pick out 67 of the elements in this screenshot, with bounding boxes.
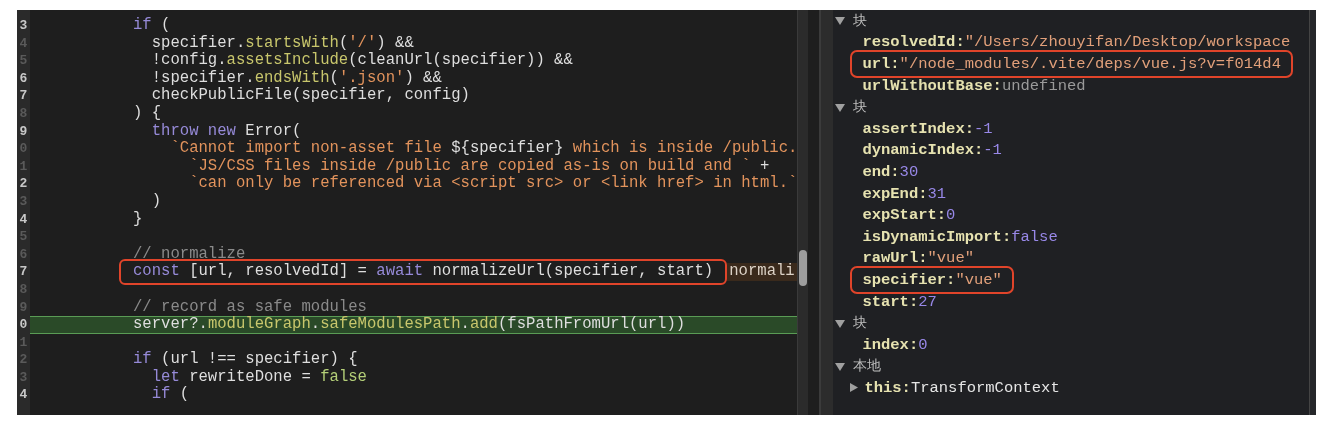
line-number: 6	[18, 69, 29, 88]
variable-value: 0	[946, 206, 956, 225]
variable-value: "/Users/zhouyifan/Desktop/workspace	[964, 33, 1291, 52]
variable-value: "vue"	[955, 270, 1002, 289]
code-line: checkPublicFile(specifier, config)	[150, 87, 470, 105]
variable-name: url:	[862, 55, 900, 73]
variable-name: expStart:	[862, 206, 947, 225]
code-line: `Cannot import non-asset file ${specifier} which is inside /public.	[169, 140, 797, 158]
triangle-icon[interactable]	[835, 16, 846, 26]
variable-name: end:	[862, 162, 900, 181]
variable-name: rawUrl:	[862, 249, 928, 268]
line-number: 4	[18, 386, 29, 405]
code-line: const [url, resolvedId] = await normalizeUrl(specifier, start)	[133, 262, 714, 281]
variable-name: index:	[862, 335, 919, 354]
scrollbar-thumb[interactable]	[799, 250, 807, 286]
code-line: specifier.startsWith('/') &&	[150, 34, 414, 52]
scope-label[interactable]: 块	[853, 11, 868, 30]
code-line: ) {	[133, 104, 162, 123]
line-number: 3	[18, 17, 29, 35]
scope-label[interactable]: 块	[853, 314, 868, 333]
triangle-icon[interactable]	[835, 361, 846, 371]
code-line: }	[133, 210, 143, 229]
triangle-icon[interactable]	[835, 102, 846, 112]
line-number: 7	[18, 87, 29, 105]
code-line: )	[150, 192, 162, 211]
variable-value: 31	[927, 184, 947, 203]
variable-value: 30	[899, 162, 919, 181]
code-line: if (url !== specifier) {	[133, 351, 358, 369]
triangle-icon[interactable]	[835, 318, 846, 328]
code-line: if (	[150, 386, 190, 405]
line-number: 0	[18, 316, 29, 334]
line-number: 9	[18, 122, 29, 141]
code-line: // record as safe modules	[133, 298, 367, 316]
variable-name: urlWithoutBase:	[862, 76, 1002, 95]
variable-name: specifier:	[862, 270, 956, 289]
code-line: let rewriteDone = false	[150, 368, 367, 386]
variable-name: resolvedId:	[862, 33, 965, 52]
variable-value: "vue"	[927, 249, 974, 268]
variable-name: dynamicIndex:	[862, 141, 984, 160]
variable-value: TransformContext	[910, 378, 1060, 397]
code-line: !config.assetsInclude(cleanUrl(specifier)) &&	[150, 52, 573, 70]
code-line: throw new Error(	[150, 122, 302, 140]
variable-value: false	[1011, 227, 1058, 246]
inline-value-hint: normali	[727, 263, 797, 281]
code-line: `JS/CSS files inside /public are copied as-is on build and ` +	[188, 157, 770, 175]
variable-name: assertIndex:	[862, 119, 974, 138]
code-line: server?.moduleGraph.safeModulesPath.add(fsPathFromUrl(url))	[133, 316, 686, 334]
line-number: 2	[18, 175, 29, 193]
variable-value: -1	[983, 141, 1002, 160]
line-number: 4	[18, 210, 29, 229]
line-number: 7	[18, 263, 29, 281]
variable-name: start:	[862, 292, 919, 311]
variable-value: 0	[918, 335, 928, 354]
code-line: if (	[133, 17, 171, 35]
scope-label[interactable]: 本地	[853, 357, 882, 376]
variable-value: undefined	[1001, 76, 1086, 95]
variable-name: expEnd:	[862, 184, 928, 203]
variable-value: 27	[918, 292, 937, 311]
code-line: `can only be referenced via <script src> or <link href> in html.`	[188, 175, 797, 193]
variable-name: this:	[864, 378, 911, 397]
variable-value: -1	[974, 119, 993, 138]
code-line: !specifier.endsWith('.json') &&	[150, 69, 442, 87]
variable-name: isDynamicImport:	[862, 227, 1012, 246]
variable-value: "/node_modules/.vite/deps/vue.js?v=f014d4	[899, 55, 1281, 73]
triangle-icon[interactable]	[849, 383, 860, 393]
scope-label[interactable]: 块	[853, 98, 868, 117]
code-line: // normalize	[133, 245, 246, 263]
